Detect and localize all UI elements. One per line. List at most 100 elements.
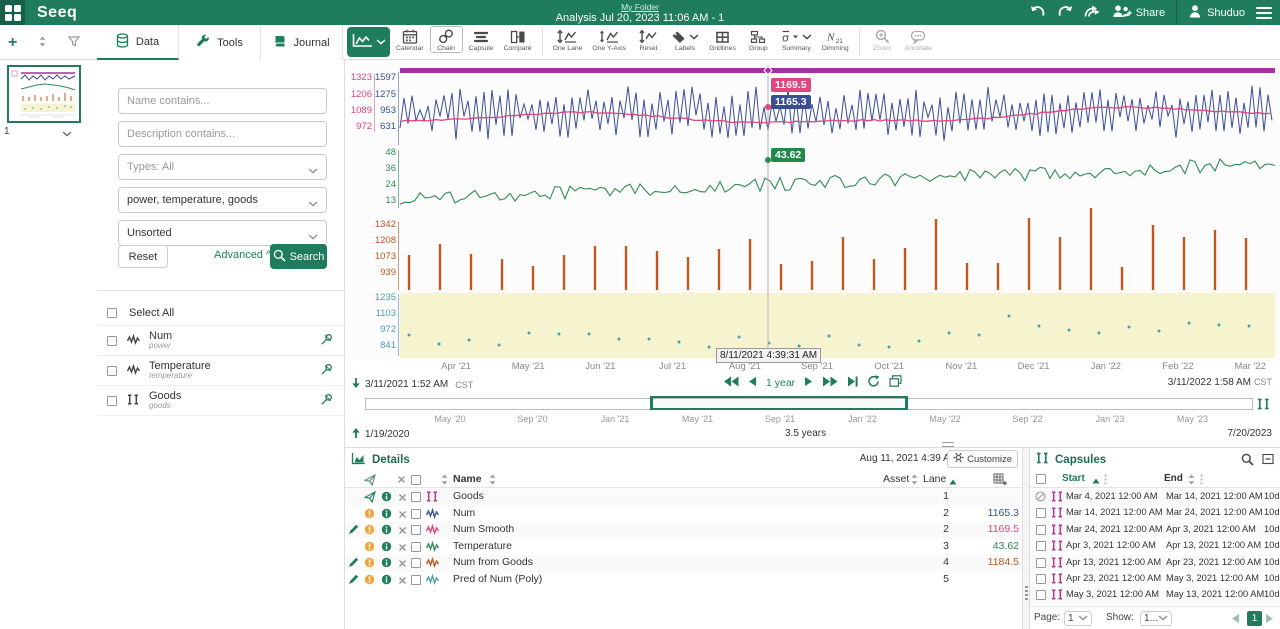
- types-select[interactable]: Types: All: [118, 154, 327, 180]
- info-icon[interactable]: [381, 574, 392, 588]
- range-duration[interactable]: 1 year: [766, 377, 795, 389]
- plane-icon[interactable]: [364, 491, 376, 506]
- worksheet-chevron-down-icon[interactable]: [62, 128, 72, 140]
- capsule-row[interactable]: Apr 3, 2021 12:00 AMApr 13, 2021 12:00 A…: [1030, 538, 1280, 554]
- details-row-goods[interactable]: Goods1: [345, 489, 1022, 506]
- sort-icon[interactable]: [911, 474, 918, 488]
- kebab-icon[interactable]: [1104, 474, 1107, 488]
- row-checkbox[interactable]: [411, 575, 421, 585]
- select-all-checkbox[interactable]: [107, 308, 117, 318]
- tool-chain[interactable]: Chain: [430, 26, 463, 53]
- search-button[interactable]: Search: [270, 244, 327, 269]
- capsules-zoom-icon[interactable]: [1241, 453, 1254, 469]
- row-checkbox[interactable]: [411, 525, 421, 535]
- row-checkbox[interactable]: [411, 492, 421, 502]
- pin-icon[interactable]: [320, 393, 333, 409]
- step-forward-icon[interactable]: [804, 376, 813, 390]
- step-backward-icon[interactable]: [748, 376, 757, 390]
- capsule-checkbox[interactable]: [1036, 525, 1046, 535]
- remove-icon[interactable]: [398, 576, 407, 588]
- undo-icon[interactable]: [1030, 5, 1046, 21]
- fast-forward-icon[interactable]: [822, 376, 838, 390]
- show-select[interactable]: 1...: [1140, 611, 1172, 626]
- chart-type-button[interactable]: [347, 27, 390, 57]
- remove-icon[interactable]: [398, 493, 407, 505]
- redo-icon[interactable]: [1057, 5, 1073, 21]
- next-page-icon[interactable]: [1265, 613, 1274, 627]
- remove-all-icon[interactable]: [397, 475, 406, 487]
- details-row-num[interactable]: Num21165.3: [345, 506, 1022, 523]
- add-column-icon[interactable]: [993, 473, 1007, 489]
- warning-icon[interactable]: [364, 524, 375, 538]
- panel-splitter[interactable]: [1022, 448, 1030, 629]
- sort-icon[interactable]: [441, 474, 448, 488]
- capsule-row[interactable]: Apr 13, 2021 12:00 AMApr 23, 2021 12:00 …: [1030, 555, 1280, 571]
- item-checkbox[interactable]: [107, 366, 117, 376]
- tool-capsule[interactable]: Capsule: [465, 26, 498, 53]
- remove-icon[interactable]: [398, 526, 407, 538]
- tool-one-y-axis[interactable]: One Y-Axis: [588, 26, 630, 53]
- pin-icon[interactable]: [320, 333, 333, 349]
- item-checkbox[interactable]: [107, 336, 117, 346]
- select-all-row[interactable]: Select All: [97, 300, 345, 326]
- capsule-checkbox[interactable]: [1036, 508, 1046, 518]
- skip-to-end-icon[interactable]: [847, 376, 858, 390]
- details-row-num-smooth[interactable]: Num Smooth21169.5: [345, 522, 1022, 539]
- sort-icon[interactable]: [489, 474, 496, 488]
- capsule-checkbox[interactable]: [1036, 574, 1046, 584]
- details-row-temperature[interactable]: Temperature343.62: [345, 539, 1022, 556]
- warning-icon[interactable]: [364, 574, 375, 588]
- sort-icon[interactable]: [1188, 474, 1195, 488]
- page-select[interactable]: 1: [1064, 611, 1092, 626]
- capsule-checkbox[interactable]: [1036, 558, 1046, 568]
- user-menu[interactable]: Shuduo: [1188, 4, 1245, 21]
- warning-icon[interactable]: [364, 541, 375, 555]
- range-end[interactable]: 3/11/2022 1:58 AM: [1168, 377, 1251, 388]
- reset-button[interactable]: Reset: [118, 245, 168, 268]
- tab-data[interactable]: Data: [97, 25, 179, 60]
- add-worksheet-button[interactable]: +: [8, 34, 17, 52]
- fast-backward-icon[interactable]: [723, 376, 739, 390]
- filter-worksheets-icon[interactable]: [68, 36, 80, 50]
- tool-gridlines[interactable]: Gridlines: [705, 26, 740, 53]
- data-item-temperature[interactable]: Temperaturetemperature: [97, 356, 345, 386]
- remove-icon[interactable]: [398, 543, 407, 555]
- tool-reset[interactable]: Reset: [632, 26, 665, 53]
- warning-icon[interactable]: [364, 508, 375, 522]
- datasource-select[interactable]: power, temperature, goods: [118, 187, 327, 213]
- tool-one-lane[interactable]: One Lane: [549, 26, 587, 53]
- remove-icon[interactable]: [398, 559, 407, 571]
- sort-up-icon[interactable]: [949, 476, 957, 488]
- info-icon[interactable]: [381, 508, 392, 522]
- hamburger-icon[interactable]: [1256, 7, 1272, 19]
- warning-icon[interactable]: [364, 557, 375, 571]
- pin-icon[interactable]: [320, 363, 333, 379]
- sort-select[interactable]: Unsorted: [118, 220, 327, 246]
- row-checkbox[interactable]: [411, 509, 421, 519]
- capsule-row[interactable]: Mar 24, 2021 12:00 AMApr 3, 2021 12:00 A…: [1030, 522, 1280, 538]
- item-checkbox[interactable]: [107, 396, 117, 406]
- tool-compare[interactable]: Compare: [500, 26, 536, 53]
- pencil-icon[interactable]: [348, 574, 359, 588]
- timebar-selected-window[interactable]: [650, 396, 908, 410]
- info-icon[interactable]: [381, 491, 392, 505]
- prev-page-icon[interactable]: [1231, 613, 1240, 627]
- tab-journal[interactable]: Journal: [261, 25, 343, 60]
- duplicate-range-icon[interactable]: [889, 375, 902, 390]
- select-all-capsules-checkbox[interactable]: [1036, 474, 1046, 484]
- remove-icon[interactable]: [398, 510, 407, 522]
- capsule-row[interactable]: Mar 14, 2021 12:00 AMMar 24, 2021 12:00 …: [1030, 505, 1280, 521]
- details-row-num-from-goods[interactable]: Num from Goods41184.5: [345, 555, 1022, 572]
- select-all-rows-checkbox[interactable]: [411, 475, 421, 485]
- capsule-row[interactable]: May 3, 2021 12:00 AMMay 13, 2021 12:00 A…: [1030, 587, 1280, 603]
- trend-chart[interactable]: 1323120610899721597127595363148362413134…: [345, 60, 1280, 360]
- info-icon[interactable]: [381, 524, 392, 538]
- capsules-collapse-icon[interactable]: [1262, 453, 1274, 468]
- info-icon[interactable]: [381, 541, 392, 555]
- pencil-icon[interactable]: [348, 557, 359, 571]
- description-contains-input[interactable]: Description contains...: [118, 121, 327, 147]
- details-row-pred-of-num-poly-[interactable]: Pred of Num (Poly)5: [345, 572, 1022, 589]
- tab-tools[interactable]: Tools: [179, 25, 261, 60]
- data-item-goods[interactable]: Goodsgoods: [97, 386, 345, 416]
- breadcrumb[interactable]: My Folder: [621, 2, 659, 12]
